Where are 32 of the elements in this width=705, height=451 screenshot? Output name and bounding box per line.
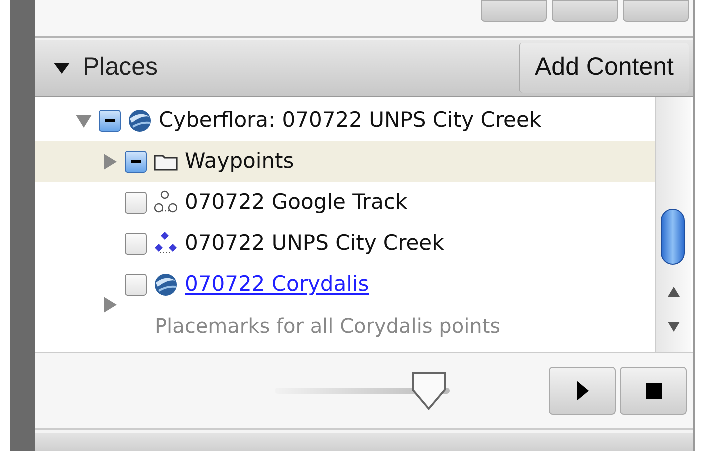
add-content-button[interactable]: Add Content <box>519 43 689 93</box>
track-icon <box>153 230 179 256</box>
item-label: 070722 UNPS City Creek <box>185 230 444 257</box>
item-label: 070722 Google Track <box>185 188 408 216</box>
track-icon <box>153 190 179 216</box>
item-label: Cyberflora: 070722 UNPS City Creek <box>159 106 542 134</box>
play-icon <box>576 380 588 400</box>
disclosure-triangle-icon[interactable] <box>53 61 71 75</box>
stop-button[interactable] <box>620 366 687 414</box>
slider-thumb[interactable] <box>410 370 448 412</box>
globe-icon <box>153 272 179 298</box>
item-label: Waypoints <box>185 148 294 175</box>
play-button[interactable] <box>549 366 616 414</box>
panel-title: Places <box>83 52 158 84</box>
tree-row[interactable]: 070722 Google Track <box>35 182 655 223</box>
item-link[interactable]: 070722 Corydalis <box>185 268 370 300</box>
stop-icon <box>646 382 662 398</box>
tree-row[interactable]: Cyberflora: 070722 UNPS City Creek <box>35 100 655 141</box>
checkbox[interactable] <box>99 110 121 132</box>
scrollbar-thumb[interactable] <box>661 209 685 265</box>
globe-icon <box>127 108 153 134</box>
tree-row[interactable]: Waypoints <box>35 141 655 182</box>
item-description: Placemarks for all Corydalis points <box>155 312 501 340</box>
scrollbar[interactable] <box>655 97 691 352</box>
scroll-down-icon[interactable] <box>668 322 680 332</box>
checkbox[interactable] <box>125 150 147 172</box>
checkbox[interactable] <box>125 274 147 296</box>
checkbox[interactable] <box>125 192 147 214</box>
checkbox[interactable] <box>125 232 147 254</box>
scroll-up-icon[interactable] <box>668 287 680 297</box>
tree-row[interactable]: 070722 Corydalis Placemarks for all Corydalis points <box>35 264 655 346</box>
tree-row[interactable]: 070722 UNPS City Creek <box>35 223 655 264</box>
